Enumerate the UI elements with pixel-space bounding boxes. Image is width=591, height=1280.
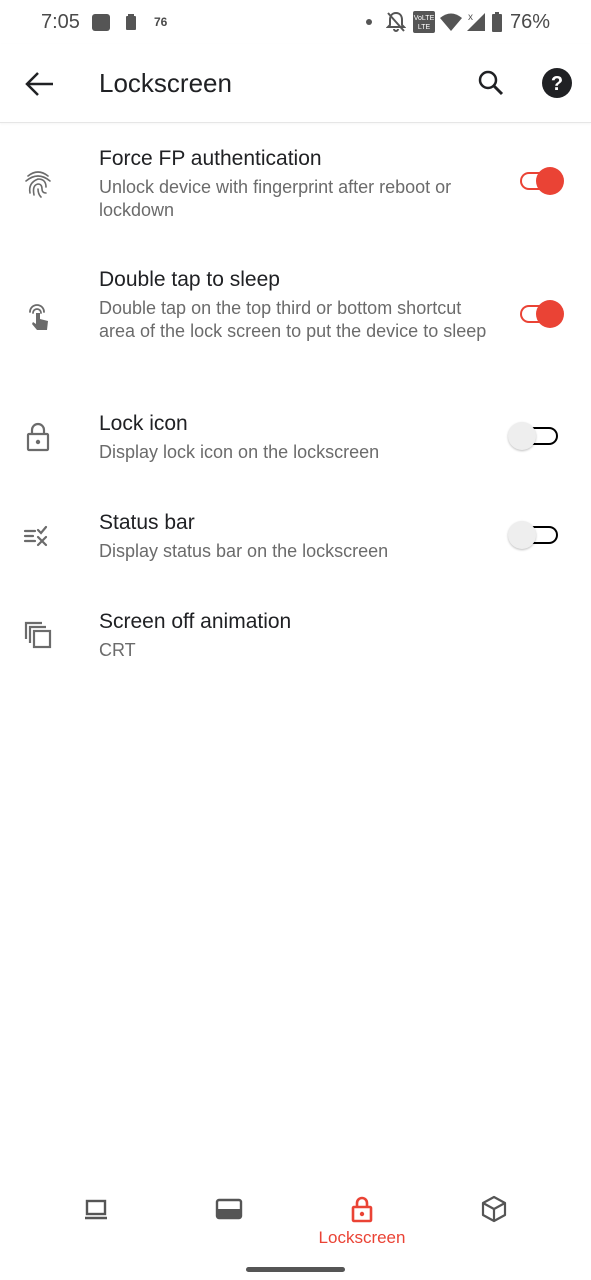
nav-item-lockscreen[interactable]: Lockscreen — [302, 1186, 422, 1256]
nav-label: Lockscreen — [318, 1228, 406, 1247]
bottom-nav: Lockscreen — [0, 1186, 591, 1256]
gesture-handle[interactable] — [246, 1267, 345, 1272]
status-indicator: 76 — [154, 15, 168, 29]
force-fp-switch[interactable] — [516, 166, 566, 196]
battery-icon — [492, 12, 502, 32]
status-bar-icon — [23, 525, 48, 547]
fingerprint-icon — [25, 171, 51, 198]
setting-title: Screen off animation — [99, 610, 292, 633]
lock-icon — [26, 422, 50, 452]
laptop-icon — [85, 1199, 107, 1220]
battery-percent: 76% — [510, 11, 551, 33]
page-title: Lockscreen — [99, 68, 232, 98]
nav-item-laptop[interactable] — [36, 1186, 156, 1256]
signal-icon: x — [467, 12, 485, 31]
wifi-icon — [440, 13, 462, 31]
switch-thumb — [508, 422, 536, 450]
animation-icon — [24, 621, 52, 649]
switch-thumb — [536, 167, 564, 195]
setting-title: Force FP authentication — [99, 147, 322, 170]
double-tap-switch[interactable] — [516, 299, 566, 329]
setting-status-bar[interactable]: Status bar Display status bar on the loc… — [0, 511, 591, 571]
setting-summary: Unlock device with fingerprint after reb… — [99, 177, 452, 220]
nav-item-cube[interactable] — [434, 1186, 554, 1256]
help-icon: ? — [542, 68, 572, 98]
help-button[interactable]: ? — [540, 66, 574, 100]
setting-double-tap[interactable]: Double tap to sleep Double tap on the to… — [0, 268, 591, 368]
svg-text:x: x — [468, 12, 473, 23]
setting-title: Double tap to sleep — [99, 268, 280, 291]
dot-icon — [366, 19, 372, 25]
status-bar: 7:05 76 VoLTE LTE x 76% — [0, 0, 591, 44]
trash-icon — [126, 14, 136, 30]
touch-icon — [29, 304, 48, 330]
setting-force-fp[interactable]: Force FP authentication Unlock device wi… — [0, 147, 591, 227]
setting-screen-off-animation[interactable]: Screen off animation CRT — [0, 610, 591, 670]
arrow-back-icon — [25, 72, 53, 96]
status-bar-switch[interactable] — [508, 520, 566, 550]
switch-thumb — [536, 300, 564, 328]
back-button[interactable] — [22, 66, 58, 102]
photos-icon — [92, 14, 110, 31]
svg-text:VoLTE: VoLTE — [414, 15, 435, 22]
volte-icon: VoLTE LTE — [413, 11, 435, 33]
setting-summary: Display status bar on the lockscreen — [99, 541, 389, 561]
setting-lock-icon[interactable]: Lock icon Display lock icon on the locks… — [0, 412, 591, 472]
search-icon — [478, 70, 504, 96]
setting-summary: Double tap on the top third or bottom sh… — [99, 298, 487, 341]
lock-icon-switch[interactable] — [508, 421, 566, 451]
svg-text:?: ? — [551, 73, 563, 95]
nav-item-display[interactable] — [169, 1186, 289, 1256]
status-time: 7:05 — [41, 11, 80, 33]
app-bar: Lockscreen ? — [0, 44, 591, 123]
search-button[interactable] — [474, 66, 508, 100]
bell-off-icon — [386, 11, 406, 32]
page: 7:05 76 VoLTE LTE x 76% Lockscreen ? For… — [0, 0, 591, 1280]
setting-title: Lock icon — [99, 412, 188, 435]
setting-summary: CRT — [99, 640, 136, 660]
display-icon — [215, 1198, 243, 1220]
setting-summary: Display lock icon on the lockscreen — [99, 442, 380, 462]
svg-text:LTE: LTE — [418, 24, 431, 31]
cube-icon — [481, 1195, 507, 1223]
lock-icon — [351, 1196, 373, 1223]
setting-title: Status bar — [99, 511, 195, 534]
switch-thumb — [508, 521, 536, 549]
